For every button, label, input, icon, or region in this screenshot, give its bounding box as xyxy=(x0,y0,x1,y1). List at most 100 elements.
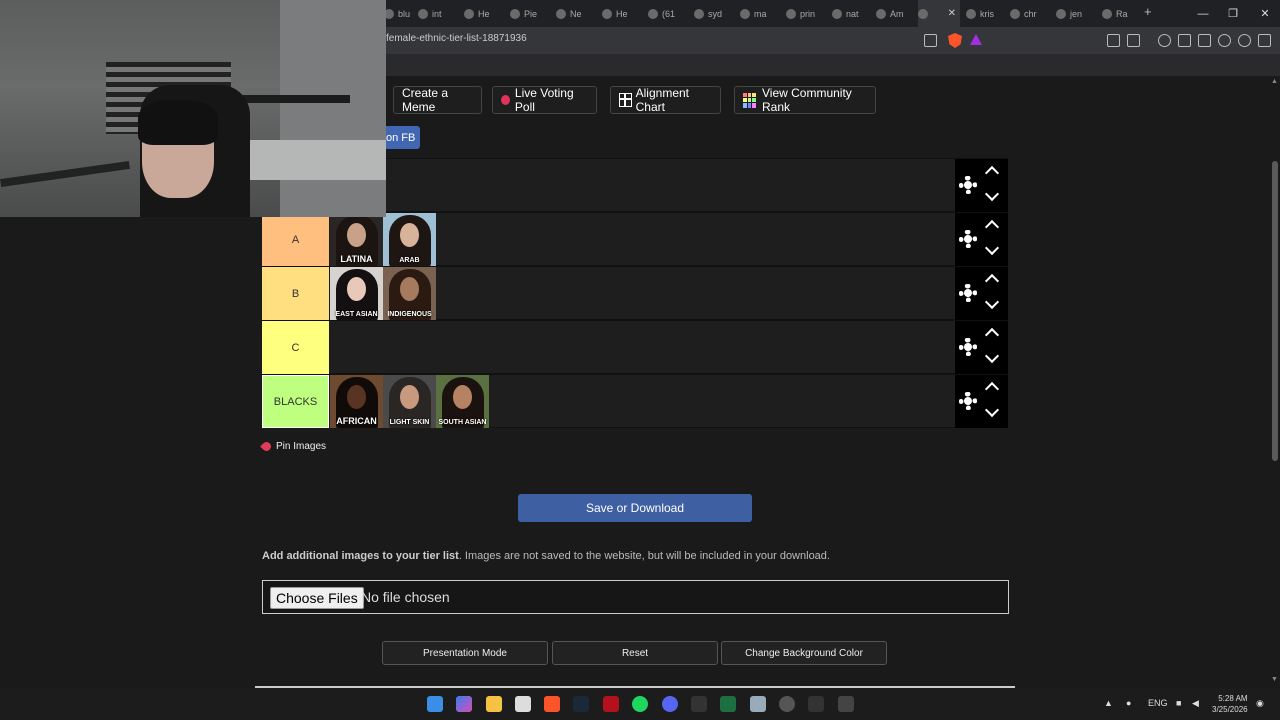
volume-icon[interactable]: ◀ xyxy=(1192,698,1199,709)
chevron-down-icon[interactable] xyxy=(984,186,1000,202)
alignment-chart-button[interactable]: Alignment Chart xyxy=(610,86,721,114)
browser-tab[interactable]: ma xyxy=(740,0,782,27)
share-icon[interactable] xyxy=(924,34,937,47)
browser-tab[interactable]: He xyxy=(602,0,644,27)
live-voting-poll-button[interactable]: Live Voting Poll xyxy=(492,86,597,114)
brave-icon[interactable] xyxy=(544,696,560,712)
alignment-chart-label: Alignment Chart xyxy=(635,86,690,114)
leo-icon[interactable] xyxy=(1218,34,1231,47)
browser-tab[interactable]: Am xyxy=(876,0,916,27)
tier-image[interactable]: AFRICAN xyxy=(330,375,383,428)
notification-icon[interactable]: ◉ xyxy=(1256,698,1264,709)
change-background-button[interactable]: Change Background Color xyxy=(721,641,887,665)
media-icon[interactable] xyxy=(1158,34,1171,47)
browser-tab[interactable]: nat xyxy=(832,0,874,27)
chevron-down-icon[interactable] xyxy=(984,402,1000,418)
app-icon-3[interactable] xyxy=(838,696,854,712)
menu-icon[interactable] xyxy=(1258,34,1271,47)
network-icon[interactable]: ■ xyxy=(1176,698,1181,708)
browser-tab[interactable]: syd xyxy=(694,0,736,27)
browser-tab[interactable]: int xyxy=(418,0,458,27)
steam-icon[interactable] xyxy=(573,696,589,712)
pin-images-toggle[interactable]: Pin Images xyxy=(260,440,326,453)
browser-tab[interactable]: He xyxy=(464,0,506,27)
discord-icon[interactable] xyxy=(662,696,678,712)
browser-tab[interactable]: prin xyxy=(786,0,828,27)
chevron-down-icon[interactable] xyxy=(984,348,1000,364)
chevron-down-icon[interactable] xyxy=(984,240,1000,256)
gear-icon[interactable] xyxy=(959,392,977,410)
store-icon[interactable] xyxy=(515,696,531,712)
tier-image[interactable]: INDIGENOUS xyxy=(383,267,436,320)
browser-tab[interactable]: (61 xyxy=(648,0,690,27)
scrollbar-thumb[interactable] xyxy=(1272,161,1278,461)
presentation-mode-button[interactable]: Presentation Mode xyxy=(382,641,548,665)
browser-tab[interactable]: Ra xyxy=(1102,0,1140,27)
reset-button[interactable]: Reset xyxy=(552,641,718,665)
chevron-down-icon[interactable] xyxy=(984,294,1000,310)
browser-tab[interactable]: ✕ xyxy=(918,0,960,27)
wallet-icon[interactable] xyxy=(1127,34,1140,47)
vpn-icon[interactable] xyxy=(1238,34,1251,47)
choose-files-button[interactable]: Choose Files xyxy=(270,587,364,609)
tier-image[interactable]: SOUTH ASIAN xyxy=(436,375,489,428)
chevron-up-icon[interactable] xyxy=(984,381,1000,397)
tier-label[interactable]: B xyxy=(262,267,329,320)
chevron-up-icon[interactable] xyxy=(984,165,1000,181)
tray-expand-icon[interactable]: ▲ xyxy=(1104,698,1113,708)
tier-label[interactable]: C xyxy=(262,321,329,374)
save-download-button[interactable]: Save or Download xyxy=(518,494,752,522)
browser-tab[interactable]: chr xyxy=(1010,0,1052,27)
new-tab-button[interactable]: + xyxy=(1144,4,1152,19)
app-icon[interactable] xyxy=(603,696,619,712)
reader-icon[interactable] xyxy=(1198,34,1211,47)
browser-tab[interactable]: kris xyxy=(966,0,1008,27)
create-meme-button[interactable]: Create a Meme xyxy=(393,86,482,114)
live-voting-poll-label: Live Voting Poll xyxy=(514,86,574,114)
close-tab-icon[interactable]: ✕ xyxy=(948,8,956,19)
save-download-label: Save or Download xyxy=(585,501,685,515)
gear-icon[interactable] xyxy=(959,284,977,302)
clock[interactable]: 5:28 AM 3/25/2026 xyxy=(1212,693,1248,715)
tier-image[interactable]: LATINA xyxy=(330,213,383,266)
tier-image[interactable]: LIGHT SKIN xyxy=(383,375,436,428)
start-icon[interactable] xyxy=(427,696,443,712)
chevron-up-icon[interactable] xyxy=(984,327,1000,343)
excel-icon[interactable] xyxy=(720,696,736,712)
gear-icon[interactable] xyxy=(959,338,977,356)
copilot-icon[interactable] xyxy=(456,696,472,712)
scroll-down-icon[interactable]: ▼ xyxy=(1271,676,1278,683)
mic-icon[interactable]: ● xyxy=(1126,698,1131,708)
brave-rewards-icon[interactable] xyxy=(970,34,982,45)
browser-tab[interactable]: blu xyxy=(384,0,412,27)
language-indicator[interactable]: ENG xyxy=(1148,698,1168,708)
scroll-up-icon[interactable]: ▲ xyxy=(1271,78,1278,85)
browser-tab[interactable]: jen xyxy=(1056,0,1098,27)
close-window-button[interactable]: ✕ xyxy=(1250,0,1280,27)
gear-icon[interactable] xyxy=(959,176,977,194)
clock-date: 3/25/2026 xyxy=(1212,705,1248,714)
chevron-up-icon[interactable] xyxy=(984,219,1000,235)
file-upload-field[interactable]: Choose Files No file chosen xyxy=(262,580,1009,614)
spotify-icon[interactable] xyxy=(632,696,648,712)
browser-tab[interactable]: Ne xyxy=(556,0,598,27)
tier-image[interactable]: EAST ASIAN xyxy=(330,267,383,320)
page-scrollbar[interactable]: ▲ ▼ xyxy=(1270,76,1280,688)
view-community-rank-button[interactable]: View Community Rank xyxy=(734,86,876,114)
sidebar-icon[interactable] xyxy=(1178,34,1191,47)
gear-icon[interactable] xyxy=(959,230,977,248)
extensions-icon[interactable] xyxy=(1107,34,1120,47)
epic-icon-2[interactable] xyxy=(808,696,824,712)
maximize-button[interactable]: ❐ xyxy=(1218,0,1248,27)
epic-icon[interactable] xyxy=(691,696,707,712)
browser-tab[interactable]: Pie xyxy=(510,0,552,27)
tier-label[interactable]: A xyxy=(262,213,329,266)
file-explorer-icon[interactable] xyxy=(486,696,502,712)
address-bar[interactable]: female-ethnic-tier-list-18871936 xyxy=(386,33,527,44)
tier-label[interactable]: BLACKS xyxy=(262,375,329,428)
tier-image[interactable]: ARAB xyxy=(383,213,436,266)
calculator-icon[interactable] xyxy=(750,696,766,712)
minimize-button[interactable]: — xyxy=(1188,0,1218,27)
chevron-up-icon[interactable] xyxy=(984,273,1000,289)
app-icon-2[interactable] xyxy=(779,696,795,712)
